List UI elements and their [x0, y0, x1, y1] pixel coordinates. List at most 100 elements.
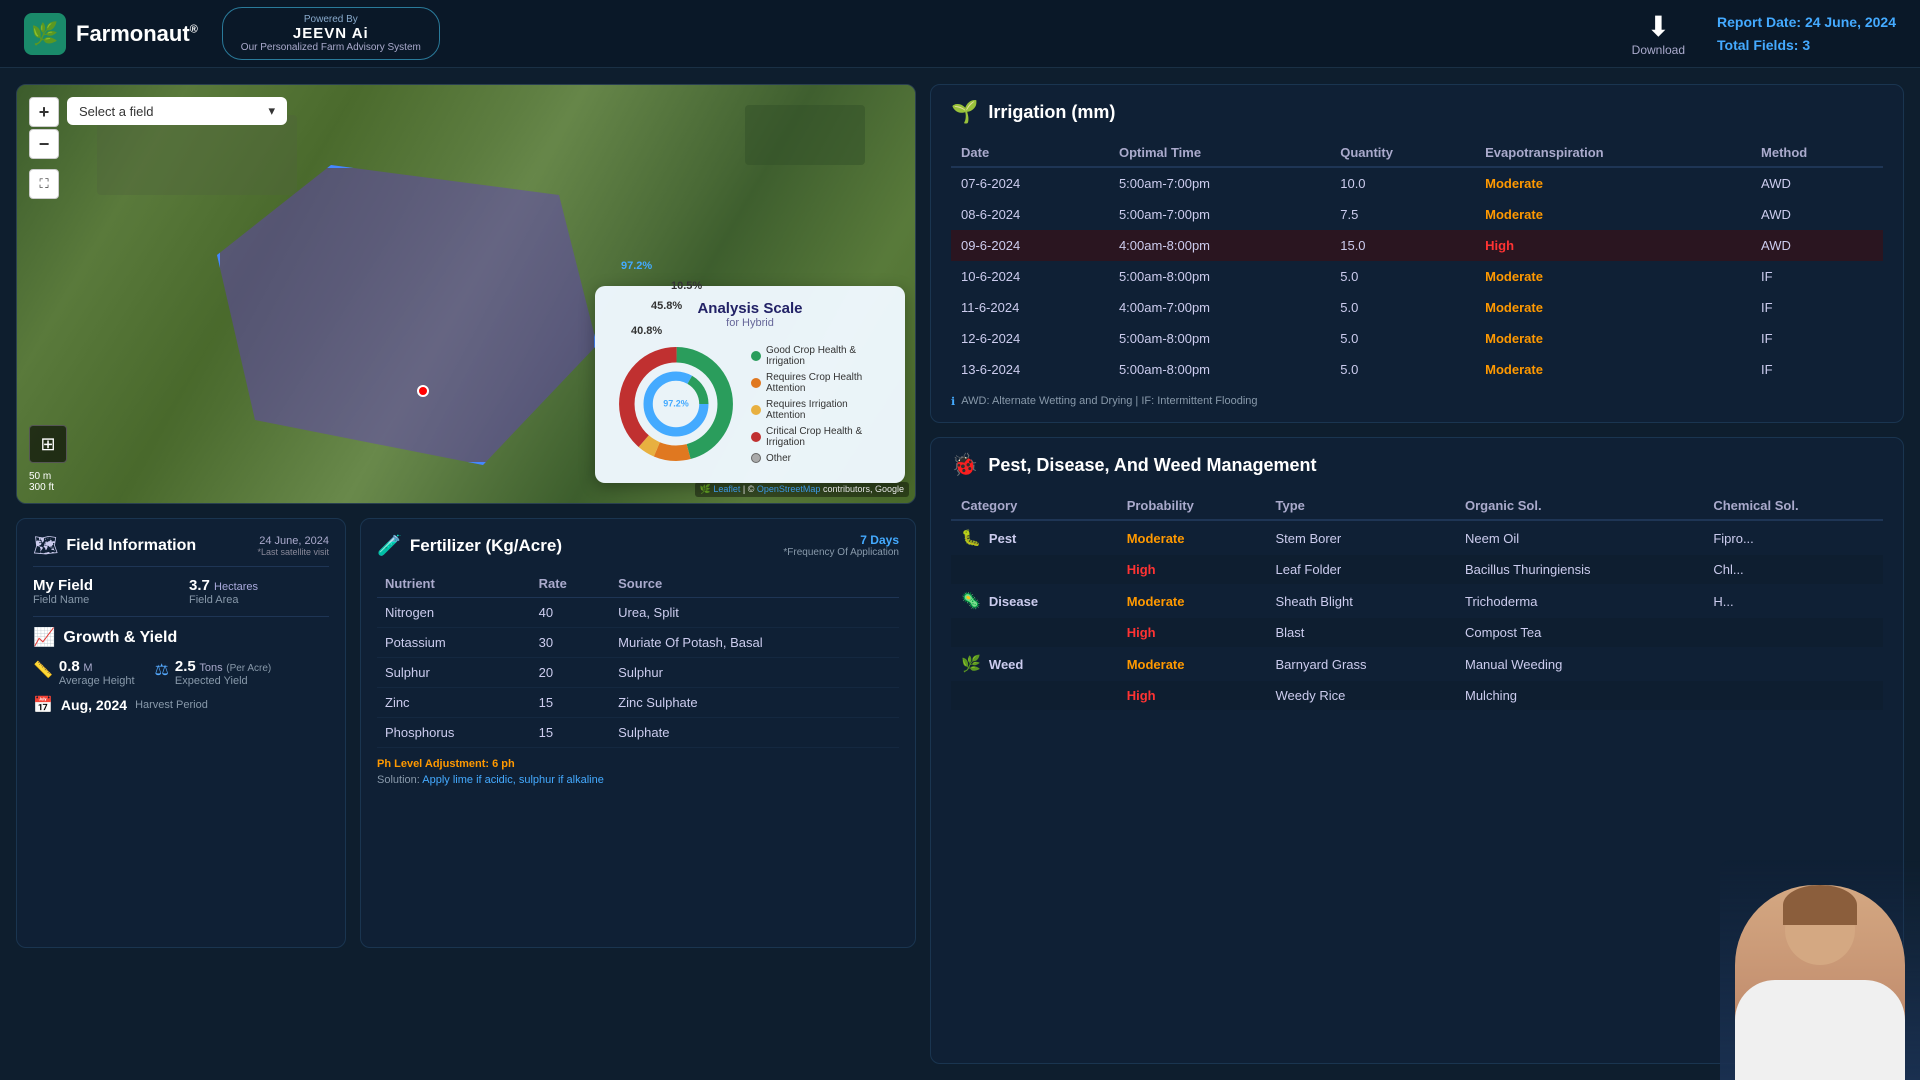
fert-ph-note: Ph Level Adjustment: 6 ph	[377, 758, 899, 770]
legend-irr-attention: Requires Irrigation Attention	[751, 399, 889, 421]
table-row: 🌿Weed Moderate Barnyard Grass Manual Wee…	[951, 647, 1883, 681]
layer-button[interactable]: ⊞	[29, 425, 67, 463]
table-row: Sulphur 20 Sulphur	[377, 658, 899, 688]
table-row: Potassium 30 Muriate Of Potash, Basal	[377, 628, 899, 658]
fertilizer-panel: 🧪 Fertilizer (Kg/Acre) 7 Days *Frequency…	[360, 518, 916, 948]
pest-col-type: Type	[1265, 492, 1455, 520]
growth-icon: 📈	[33, 627, 55, 648]
header-right: ⬇ Download Report Date: 24 June, 2024 To…	[1632, 10, 1896, 57]
yield-icon: ⚖	[155, 660, 169, 680]
report-date: Report Date: 24 June, 2024	[1717, 11, 1896, 33]
growth-section: 📈 Growth & Yield 📏 0.8 M Average Hei	[33, 627, 329, 715]
map-attribution: 🌿 Leaflet | © OpenStreetMap contributors…	[695, 482, 909, 497]
pest-header: 🐞 Pest, Disease, And Weed Management	[951, 452, 1883, 478]
table-row: Phosphorus 15 Sulphate	[377, 718, 899, 748]
chevron-down-icon: ▾	[268, 103, 275, 119]
field-info-panel: 🗺 Field Information 24 June, 2024 *Last …	[16, 518, 346, 948]
table-row: High Blast Compost Tea	[951, 618, 1883, 647]
field-area-col: 3.7 Hectares Field Area	[189, 577, 329, 606]
main-content: Select a field ▾ + − ⛶ ⊞ 50 m 300 ft 🌿 L…	[0, 68, 1920, 1080]
map-scale: 50 m 300 ft	[29, 471, 54, 493]
brand-name: Farmonaut®	[76, 21, 198, 47]
legend-critical: Critical Crop Health & Irrigation	[751, 426, 889, 448]
fert-solution: Solution: Apply lime if acidic, sulphur …	[377, 774, 899, 786]
field-name-col: My Field Field Name	[33, 577, 173, 606]
fert-solution-link[interactable]: Apply lime if acidic, sulphur if alkalin…	[422, 774, 604, 786]
legend-good: Good Crop Health & Irrigation	[751, 345, 889, 367]
fertilizer-header: 🧪 Fertilizer (Kg/Acre) 7 Days *Frequency…	[377, 533, 899, 558]
harvest-icon: 📅	[33, 695, 53, 715]
legend-other: Other	[751, 453, 889, 464]
fertilizer-icon: 🧪	[377, 533, 402, 558]
irrigation-table: Date Optimal Time Quantity Evapotranspir…	[951, 139, 1883, 385]
irr-col-qty: Quantity	[1330, 139, 1475, 167]
irr-col-method: Method	[1751, 139, 1883, 167]
total-fields: Total Fields: 3	[1717, 34, 1896, 56]
analysis-legend: Good Crop Health & Irrigation Requires C…	[751, 345, 889, 464]
logo-area: 🌿 Farmonaut®	[24, 13, 198, 55]
field-select[interactable]: Select a field ▾	[67, 97, 287, 125]
analysis-scale-popup: Analysis Scale for Hybrid	[595, 286, 905, 483]
map-controls: + − ⛶	[29, 97, 59, 199]
table-row: 07-6-2024 5:00am-7:00pm 10.0 Moderate AW…	[951, 167, 1883, 199]
info-icon: ℹ	[951, 395, 955, 408]
table-row: 12-6-2024 5:00am-8:00pm 5.0 Moderate IF	[951, 323, 1883, 354]
header: 🌿 Farmonaut® Powered By JEEVN Ai Our Per…	[0, 0, 1920, 68]
irrigation-panel: 🌱 Irrigation (mm) Date Optimal Time Quan…	[930, 84, 1904, 423]
legend-crop-attention: Requires Crop Health Attention	[751, 372, 889, 394]
pest-table: Category Probability Type Organic Sol. C…	[951, 492, 1883, 710]
report-info: Report Date: 24 June, 2024 Total Fields:…	[1717, 11, 1896, 56]
irr-col-evap: Evapotranspiration	[1475, 139, 1751, 167]
irr-col-optimal: Optimal Time	[1109, 139, 1330, 167]
harvest-row: 📅 Aug, 2024 Harvest Period	[33, 695, 329, 715]
table-row: 10-6-2024 5:00am-8:00pm 5.0 Moderate IF	[951, 261, 1883, 292]
field-info-header: 🗺 Field Information 24 June, 2024 *Last …	[33, 533, 329, 567]
donut-center-label: 97.2%	[663, 398, 689, 411]
fert-col-source: Source	[610, 570, 899, 598]
fertilizer-table: Nutrient Rate Source Nitrogen 40 Urea, S…	[377, 570, 899, 748]
yield-stat: ⚖ 2.5 Tons (Per Acre) Expected Yield	[155, 658, 272, 687]
map-container[interactable]: Select a field ▾ + − ⛶ ⊞ 50 m 300 ft 🌿 L…	[16, 84, 916, 504]
fert-col-nutrient: Nutrient	[377, 570, 531, 598]
jeevn-badge: Powered By JEEVN Ai Our Personalized Far…	[222, 7, 440, 60]
table-row: High Leaf Folder Bacillus Thuringiensis …	[951, 555, 1883, 584]
table-row: 13-6-2024 5:00am-8:00pm 5.0 Moderate IF	[951, 354, 1883, 385]
donut-chart: 97.2%	[611, 339, 741, 469]
table-row: 09-6-2024 4:00am-8:00pm 15.0 High AWD	[951, 230, 1883, 261]
avatar-corner	[1720, 860, 1920, 1080]
irrigation-note: ℹ AWD: Alternate Wetting and Drying | IF…	[951, 395, 1883, 408]
growth-stats: 📏 0.8 M Average Height ⚖	[33, 658, 329, 687]
map-background: Select a field ▾ + − ⛶ ⊞ 50 m 300 ft 🌿 L…	[17, 85, 915, 503]
pest-col-chemical: Chemical Sol.	[1703, 492, 1883, 520]
table-row: Zinc 15 Zinc Sulphate	[377, 688, 899, 718]
table-row: High Weedy Rice Mulching	[951, 681, 1883, 710]
table-row: 🦠Disease Moderate Sheath Blight Trichode…	[951, 584, 1883, 618]
pest-col-probability: Probability	[1117, 492, 1266, 520]
irrigation-icon: 🌱	[951, 99, 978, 125]
analysis-content: 97.2% 97.2% 10.5% 45.8% 40.8%	[611, 339, 889, 469]
table-row: 08-6-2024 5:00am-7:00pm 7.5 Moderate AWD	[951, 199, 1883, 230]
logo-icon: 🌿	[24, 13, 66, 55]
field-info-row: My Field Field Name 3.7 Hectares Field A…	[33, 577, 329, 606]
fert-col-rate: Rate	[531, 570, 611, 598]
height-stat: 📏 0.8 M Average Height	[33, 658, 135, 687]
download-icon: ⬇	[1647, 10, 1670, 43]
zoom-in-button[interactable]: +	[29, 97, 59, 127]
pest-icon: 🐞	[951, 452, 978, 478]
height-icon: 📏	[33, 660, 53, 680]
irr-col-date: Date	[951, 139, 1109, 167]
download-button[interactable]: ⬇ Download	[1632, 10, 1685, 57]
left-section: Select a field ▾ + − ⛶ ⊞ 50 m 300 ft 🌿 L…	[16, 84, 916, 1064]
irrigation-header: 🌱 Irrigation (mm)	[951, 99, 1883, 125]
pest-col-category: Category	[951, 492, 1117, 520]
fullscreen-button[interactable]: ⛶	[29, 169, 59, 199]
growth-title: 📈 Growth & Yield	[33, 627, 329, 648]
fertilizer-title: 🧪 Fertilizer (Kg/Acre)	[377, 533, 562, 558]
table-row: Nitrogen 40 Urea, Split	[377, 598, 899, 628]
table-row: 🐛Pest Moderate Stem Borer Neem Oil Fipro…	[951, 520, 1883, 555]
bottom-panels: 🗺 Field Information 24 June, 2024 *Last …	[16, 518, 916, 948]
field-info-icon: 🗺	[33, 533, 58, 558]
pest-col-organic: Organic Sol.	[1455, 492, 1703, 520]
table-row: 11-6-2024 4:00am-7:00pm 5.0 Moderate IF	[951, 292, 1883, 323]
zoom-out-button[interactable]: −	[29, 129, 59, 159]
